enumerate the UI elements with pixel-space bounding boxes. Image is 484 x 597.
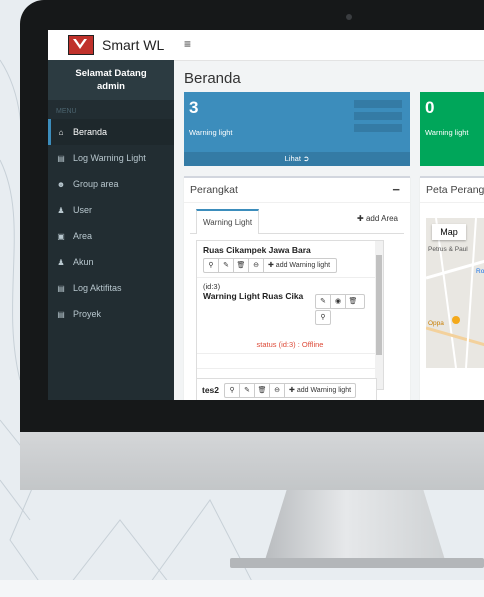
list-divider: [197, 354, 383, 369]
bar-chart-icon: [354, 100, 402, 136]
info-box-warning-light: 3 Warning light Lihat ➲: [184, 92, 410, 166]
collapse-button[interactable]: −: [392, 178, 400, 202]
monitor-chin: [20, 432, 484, 490]
sidebar-item-label: Area: [73, 231, 93, 241]
warning-light-count: 3: [189, 98, 199, 117]
map-label: Oppa: [428, 320, 444, 327]
delete-icon[interactable]: 🗑: [234, 259, 249, 272]
panel-header: Peta Perang: [420, 178, 484, 203]
lihat-link[interactable]: Lihat ➲: [184, 152, 410, 166]
group-actions: ⚲ ✎ 🗑 ⊖ ✚ add Warning light: [203, 258, 337, 273]
camera-icon: [346, 14, 352, 20]
device-actions: ✎ ◉ 🗑: [315, 294, 365, 309]
delete-icon[interactable]: 🗑: [255, 383, 271, 397]
map[interactable]: Map Petrus & Paul Ro Oppa: [426, 218, 484, 368]
users-icon: ☻: [56, 179, 66, 189]
screen: Smart WL Selamat Datang admin MENU ⌂ Ber…: [48, 30, 484, 400]
list-item: (id:3) Warning Light Ruas Cika ✎ ◉ 🗑 ⚲: [197, 278, 383, 336]
sidebar-item-log-warning-light[interactable]: ▤ Log Warning Light: [48, 145, 174, 171]
sidebar-item-label: Beranda: [73, 127, 108, 137]
user-icon: ♟: [57, 205, 65, 215]
warning-light-count-2: 0: [425, 98, 435, 117]
logo[interactable]: Smart WL: [48, 30, 174, 60]
edit-icon[interactable]: ✎: [316, 295, 331, 308]
sidebar-item-user[interactable]: ♟ User: [48, 197, 174, 223]
perangkat-panel: Perangkat − Warning Light ✚ add Area Rua…: [184, 176, 410, 400]
map-label: Petrus & Paul: [428, 246, 468, 253]
sidebar-item-label: Log Aktifitas: [73, 283, 122, 293]
sidebar-item-proyek[interactable]: ▤ Proyek: [48, 301, 174, 327]
map-marker-icon[interactable]: [452, 316, 460, 324]
sidebar-item-akun[interactable]: ♟ Akun: [48, 249, 174, 275]
sidebar-item-log-aktifitas[interactable]: ▤ Log Aktifitas: [48, 275, 174, 301]
add-area-button[interactable]: ✚ add Area: [357, 214, 398, 223]
info-box-label: Warning light: [425, 128, 469, 137]
monitor-foot: [230, 558, 484, 568]
tab-bar: Warning Light ✚ add Area: [190, 209, 404, 234]
minus-circle-icon[interactable]: ⊖: [249, 259, 264, 272]
sidebar-item-label: User: [73, 205, 93, 215]
list-item: Ruas Cikampek Jawa Bara ⚲ ✎ 🗑 ⊖ ✚ add Wa…: [197, 241, 383, 278]
sidebar-item-beranda[interactable]: ⌂ Beranda: [48, 119, 174, 145]
edit-icon[interactable]: ✎: [219, 259, 234, 272]
sidebar-item-label: Proyek: [73, 309, 102, 319]
sidebar-item-area[interactable]: ▣ Area: [48, 223, 174, 249]
panel-title: Peta Perang: [426, 184, 484, 196]
location-icon[interactable]: ⚲: [225, 383, 241, 397]
location-button: ⚲: [315, 310, 331, 325]
sidebar-item-label: Group area: [73, 179, 119, 189]
top-navbar: ≡: [174, 30, 484, 61]
location-icon[interactable]: ⚲: [316, 311, 330, 324]
file-icon: ▤: [57, 153, 65, 163]
device-status: status (id:3) : Offline: [197, 336, 383, 354]
add-warning-light-button[interactable]: ✚ add Warning light: [285, 384, 355, 397]
sidebar: Smart WL Selamat Datang admin MENU ⌂ Ber…: [48, 30, 174, 400]
info-box-label: Warning light: [189, 128, 233, 137]
file-icon: ▤: [57, 309, 65, 319]
sidebar-item-label: Akun: [73, 257, 94, 267]
info-box-warning-light-2: 0 Warning light: [420, 92, 484, 166]
location-icon[interactable]: ⚲: [204, 259, 219, 272]
file-icon: ▤: [57, 283, 65, 293]
user-panel: Selamat Datang admin: [48, 60, 174, 100]
app-name: Smart WL: [102, 37, 165, 53]
monitor-stand: [265, 490, 445, 560]
page-title: Beranda: [184, 70, 241, 87]
menu-toggle-icon[interactable]: ≡: [184, 37, 191, 51]
device-id: (id:3): [203, 282, 221, 291]
sidebar-item-label: Log Warning Light: [73, 153, 146, 163]
sidebar-item-group-area[interactable]: ☻ Group area: [48, 171, 174, 197]
list-item: tes2 ⚲ ✎ 🗑 ⊖ ✚ add Warning light: [196, 378, 377, 400]
map-type-button[interactable]: Map: [432, 224, 466, 240]
welcome-text: Selamat Datang: [75, 68, 147, 79]
edit-icon[interactable]: ✎: [240, 383, 256, 397]
peta-panel: Peta Perang Map Petrus & Paul Ro Oppa: [420, 176, 484, 400]
group-title: Ruas Cikampek Jawa Bara: [203, 245, 311, 255]
add-warning-light-button[interactable]: ✚ add Warning light: [264, 259, 334, 272]
device-list: Ruas Cikampek Jawa Bara ⚲ ✎ 🗑 ⊖ ✚ add Wa…: [196, 240, 384, 390]
map-label: Ro: [476, 268, 484, 275]
map-icon: ▣: [57, 231, 65, 241]
map-roads: [426, 218, 484, 368]
delete-icon[interactable]: 🗑: [346, 295, 360, 308]
logo-icon: [68, 35, 94, 55]
home-icon: ⌂: [58, 127, 64, 137]
view-icon[interactable]: ◉: [331, 295, 346, 308]
user-icon: ♟: [57, 257, 65, 267]
username: admin: [97, 81, 125, 92]
group-title: tes2: [202, 385, 220, 395]
minus-circle-icon[interactable]: ⊖: [270, 383, 286, 397]
panel-title: Perangkat: [190, 184, 238, 196]
menu-header: MENU: [56, 108, 77, 115]
group-actions: ⚲ ✎ 🗑 ⊖ ✚ add Warning light: [224, 382, 357, 398]
panel-header: Perangkat −: [184, 178, 410, 203]
tab-warning-light[interactable]: Warning Light: [196, 209, 260, 234]
floor: [0, 580, 484, 597]
